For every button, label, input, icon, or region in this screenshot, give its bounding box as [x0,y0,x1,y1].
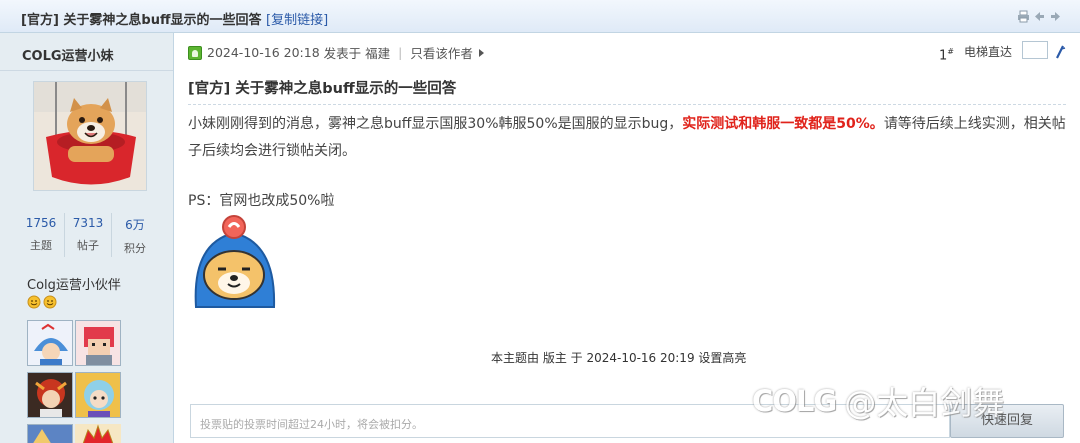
post-location: 福建 [365,46,391,61]
post-datetime: 2024-10-16 20:18 [207,45,320,60]
floor-suffix: # [947,47,954,56]
jump-go-icon[interactable] [1054,45,1066,63]
jump-label: 电梯直达 [964,45,1013,59]
medal-icon[interactable] [27,372,73,418]
floor-jump-input[interactable] [1022,41,1048,59]
divider: | [398,45,403,60]
stat-label: 积分 [124,242,146,255]
thread-title-bar: [官方] 关于雾神之息buff显示的一些回答 [复制链接] [0,0,1080,33]
divider [188,104,1066,105]
watermark-logo: COLG [752,384,837,418]
posted-in-label: 发表于 [323,46,362,61]
divider [0,70,173,71]
author-sidebar: COLG运营小妹 1756 主题 7313 帖子 6万 积分 Colg运营小伙伴 [0,33,174,443]
thread-title-text: [官方] 关于雾神之息buff显示的一些回答 [21,13,262,28]
smiley-icon [43,295,57,313]
rank-icons [27,295,57,313]
reply-placeholder: 投票贴的投票时间超过24小时，将会被扣分。 [200,418,423,431]
author-name[interactable]: COLG运营小妹 [22,45,114,64]
ps-text: PS：官网也改成50%啦 [188,193,335,209]
thread-title: [官方] 关于雾神之息buff显示的一些回答 [复制链接] [21,9,328,28]
author-only-link[interactable]: 只看该作者 [410,43,473,62]
post-meta: 2024-10-16 20:18 发表于 福建 | 只看该作者 [188,43,484,62]
online-status-icon [188,45,202,60]
copy-link-button[interactable]: [复制链接] [266,13,328,28]
stat-threads[interactable]: 1756 主题 [18,213,65,257]
next-thread-icon[interactable] [1049,10,1062,23]
stat-label: 帖子 [77,239,99,252]
stat-posts[interactable]: 7313 帖子 [65,213,112,257]
smiley-icon [27,295,41,313]
watermark-text: @太白剑舞 [844,384,1005,422]
stat-value[interactable]: 7313 [65,216,111,230]
floor-number: 1# [939,47,954,63]
medal-icon[interactable] [27,320,73,366]
medal-icon[interactable] [75,320,121,366]
medal-icon[interactable] [75,372,121,418]
print-icon[interactable] [1017,10,1030,23]
caret-right-icon [478,48,484,57]
post-title: [官方] 关于雾神之息buff显示的一些回答 [188,81,457,97]
previous-thread-icon[interactable] [1033,10,1046,23]
stat-points[interactable]: 6万 积分 [112,213,158,257]
stat-label: 主题 [30,239,52,252]
stat-value[interactable]: 1756 [18,216,64,230]
watermark: COLG @太白剑舞 [752,378,1004,424]
stat-value[interactable]: 6万 [112,216,158,233]
medal-icon[interactable] [75,424,121,443]
post-body: 小妹刚刚得到的消息，雾神之息buff显示国服30%韩服50%是国服的显示bug，… [188,111,1068,165]
avatar[interactable] [33,81,147,191]
body-highlight: 实际测试和韩服一致都是50%。 [682,116,884,132]
moderation-note: 本主题由 版主 于 2024-10-16 20:19 设置高亮 [491,351,747,365]
user-group[interactable]: Colg运营小伙伴 [27,274,121,293]
mascot-sticker [188,213,284,309]
author-stats: 1756 主题 7313 帖子 6万 积分 [18,213,158,257]
body-text: 小妹刚刚得到的消息，雾神之息buff显示国服30%韩服50%是国服的显示bug， [188,116,683,132]
medal-icon[interactable] [27,424,73,443]
